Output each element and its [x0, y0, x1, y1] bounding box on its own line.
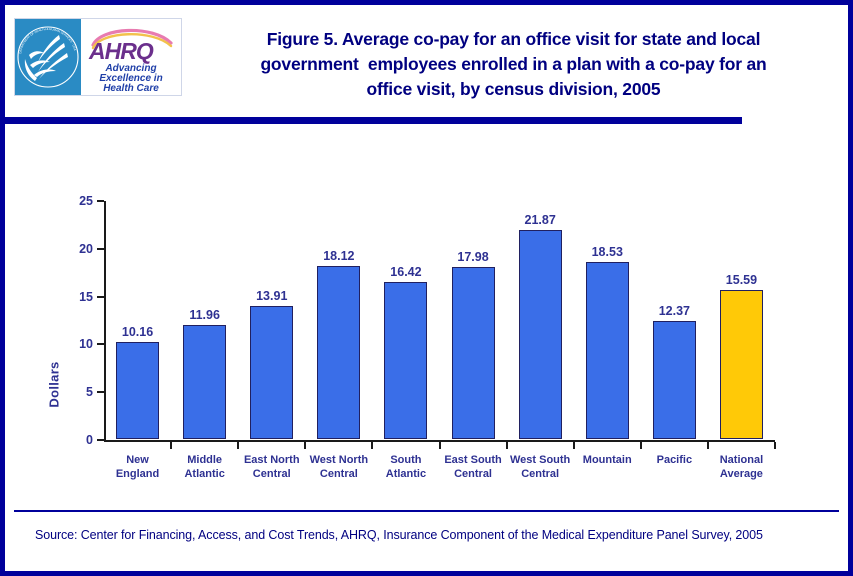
page-title: Figure 5. Average co-pay for an office v…	[260, 29, 767, 99]
bar: 17.98	[451, 250, 495, 439]
y-axis-tick-label: 5	[86, 385, 93, 400]
y-axis-tick-label: 25	[79, 194, 93, 208]
bar-chart: Dollars 0 5 10 15 20 25 10.16 New England 11.96 M…	[5, 127, 848, 507]
x-axis-tick	[371, 442, 374, 449]
bar-value-label: 10.16	[121, 324, 154, 339]
bar: 11.96	[183, 308, 227, 439]
y-axis-tick-label: 20	[79, 241, 93, 256]
figure-header: DEPARTMENT OF HEALTH & HUMAN SERVICES · …	[5, 5, 848, 115]
bar: 10.16	[116, 325, 160, 439]
x-axis-tick	[706, 442, 709, 449]
y-axis-tick-label: 10	[79, 337, 93, 352]
y-axis-tick	[97, 391, 104, 394]
bar-value-label: 18.53	[591, 244, 623, 259]
x-axis-category-label: National Average	[719, 454, 764, 480]
y-axis-tick	[97, 439, 104, 441]
x-axis-tick	[438, 442, 441, 449]
source-note: Source: Center for Financing, Access, an…	[35, 528, 763, 542]
x-axis-tick	[572, 442, 575, 449]
bar: 18.53	[585, 245, 629, 439]
bar-value-label: 21.87	[524, 212, 556, 227]
header-divider	[5, 117, 742, 124]
bar-value-label: 11.96	[189, 307, 220, 322]
bar: 21.87	[518, 213, 562, 439]
y-axis-title: Dollars	[46, 361, 62, 408]
bar: 15.59	[719, 273, 763, 439]
bar: 12.37	[652, 304, 696, 439]
svg-text:AHRQ: AHRQ	[88, 38, 154, 64]
hhs-seal-icon: DEPARTMENT OF HEALTH & HUMAN SERVICES · …	[15, 19, 81, 95]
svg-text:Health Care: Health Care	[103, 83, 159, 94]
x-axis-tick	[304, 442, 307, 449]
bar-value-label: 15.59	[725, 272, 758, 287]
footer-divider	[14, 510, 839, 512]
bar-value-label: 17.98	[457, 250, 489, 265]
bar-value-label: 18.12	[323, 248, 355, 263]
x-axis-tick	[505, 442, 508, 449]
bar: 13.91	[250, 289, 294, 439]
x-axis-tick	[774, 442, 776, 449]
y-axis-tick-label: 15	[79, 289, 93, 304]
y-axis-line	[104, 201, 106, 441]
x-axis-tick	[639, 442, 642, 449]
bar-value-label: 12.37	[658, 303, 690, 318]
x-axis-tick	[237, 442, 240, 449]
plot-area: 0 5 10 15 20 25 10.16 New England 11.96 Middle At…	[79, 194, 776, 480]
x-axis-tick	[170, 442, 173, 449]
bar: 16.42	[384, 265, 428, 439]
y-axis-tick-label: 0	[86, 433, 93, 447]
ahrq-wordmark: AHRQ Advancing Excellence in Health Care	[81, 19, 181, 95]
bar: 18.12	[317, 249, 361, 439]
y-axis-tick	[97, 295, 104, 298]
bar-value-label: 16.42	[390, 265, 422, 280]
ahrq-hhs-logo: DEPARTMENT OF HEALTH & HUMAN SERVICES · …	[14, 18, 182, 96]
y-axis-tick	[97, 200, 104, 202]
y-axis-tick	[97, 343, 104, 346]
bar-value-label: 13.91	[256, 289, 288, 304]
y-axis-tick	[97, 247, 104, 250]
figure-page: DEPARTMENT OF HEALTH & HUMAN SERVICES · …	[0, 0, 853, 576]
